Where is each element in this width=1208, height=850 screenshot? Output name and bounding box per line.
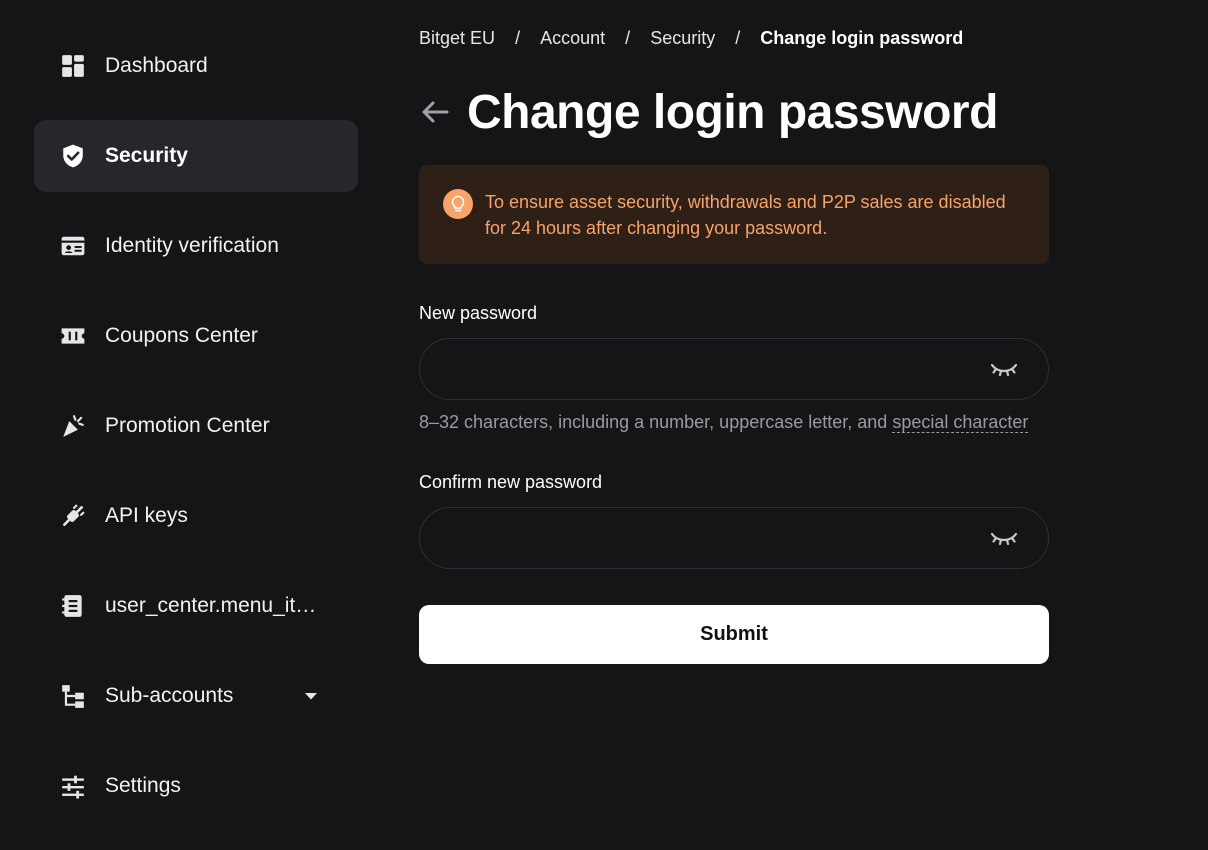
breadcrumb-separator: / <box>625 28 631 48</box>
sidebar-item-label: Sub-accounts <box>105 684 234 707</box>
sliders-icon <box>60 773 86 799</box>
breadcrumb-link-security[interactable]: Security <box>650 28 715 49</box>
sidebar-item-settings[interactable]: Settings <box>34 750 358 822</box>
sidebar-item-sub-accounts[interactable]: Sub-accounts <box>34 660 358 732</box>
dashboard-grid-icon <box>60 53 86 79</box>
notice-text: To ensure asset security, withdrawals an… <box>485 192 1006 238</box>
sidebar-item-label: Identity verification <box>105 234 279 257</box>
id-card-icon <box>60 233 86 259</box>
sidebar-item-identity-verification[interactable]: Identity verification <box>34 210 358 282</box>
breadcrumb: Bitget EU / Account / Security / Change … <box>419 28 963 49</box>
submit-button[interactable]: Submit <box>419 605 1049 664</box>
new-password-input[interactable] <box>442 339 986 401</box>
sidebar-item-label: API keys <box>105 504 188 527</box>
change-password-page: Dashboard Security Identity verification… <box>0 0 1208 850</box>
sidebar-item-user-center-menu[interactable]: user_center.menu_ite… <box>34 570 358 642</box>
breadcrumb-current: Change login password <box>760 28 964 48</box>
sidebar-item-api-keys[interactable]: API keys <box>34 480 358 552</box>
page-title: Change login password <box>467 85 998 139</box>
confirm-password-field[interactable] <box>419 507 1049 570</box>
shield-check-icon <box>60 143 86 169</box>
back-arrow-icon[interactable] <box>419 98 451 126</box>
confirm-password-label: Confirm new password <box>419 472 603 492</box>
breadcrumb-separator: / <box>735 28 741 48</box>
breadcrumb-link-bitget-eu[interactable]: Bitget EU <box>419 28 495 49</box>
breadcrumb-link-account[interactable]: Account <box>540 28 605 49</box>
sidebar-item-coupons-center[interactable]: Coupons Center <box>34 300 358 372</box>
sidebar-item-security[interactable]: Security <box>34 120 358 192</box>
new-password-field[interactable] <box>419 338 1049 401</box>
sidebar-item-promotion-center[interactable]: Promotion Center <box>34 390 358 462</box>
sidebar-item-label: Dashboard <box>105 54 208 77</box>
confirm-password-input[interactable] <box>442 508 986 570</box>
sidebar-item-label: Security <box>105 144 188 167</box>
lightbulb-icon <box>443 189 473 219</box>
breadcrumb-separator: / <box>515 28 521 48</box>
password-hint: 8–32 characters, including a number, upp… <box>419 412 1029 433</box>
special-character-tooltip[interactable]: special character <box>892 412 1029 433</box>
hierarchy-icon <box>60 683 86 709</box>
sidebar-item-label: Promotion Center <box>105 414 270 437</box>
new-password-label: New password <box>419 303 538 323</box>
title-row: Change login password <box>419 84 998 140</box>
sidebar-item-label: Coupons Center <box>105 324 258 347</box>
eye-closed-icon[interactable] <box>990 529 1018 547</box>
party-popper-icon <box>60 413 86 439</box>
sidebar-item-dashboard[interactable]: Dashboard <box>34 30 358 102</box>
plug-icon <box>60 503 86 529</box>
eye-closed-icon[interactable] <box>990 360 1018 378</box>
document-list-icon <box>60 593 86 619</box>
password-hint-text: 8–32 characters, including a number, upp… <box>419 412 893 432</box>
sidebar-item-label: user_center.menu_ite… <box>105 594 321 617</box>
security-notice: To ensure asset security, withdrawals an… <box>419 165 1049 264</box>
caret-down-icon[interactable] <box>304 691 318 701</box>
ticket-icon <box>60 323 86 349</box>
sidebar-item-label: Settings <box>105 774 181 797</box>
sidebar: Dashboard Security Identity verification… <box>34 30 358 840</box>
